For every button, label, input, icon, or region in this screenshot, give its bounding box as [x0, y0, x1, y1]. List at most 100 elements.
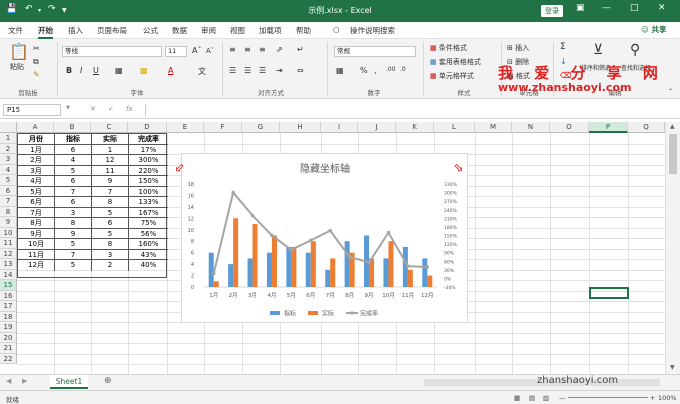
table-cell[interactable]: 300% — [129, 155, 168, 166]
cancel-formula-icon[interactable]: ✕ — [90, 105, 96, 113]
copy-icon[interactable]: ⧉ — [33, 57, 39, 67]
table-header-cell[interactable]: 指标 — [55, 134, 92, 145]
menu-data[interactable]: 数据 — [172, 25, 187, 36]
column-header-n[interactable]: N — [512, 122, 550, 133]
table-cell[interactable]: 6 — [92, 218, 129, 229]
table-cell[interactable]: 40% — [129, 260, 168, 271]
menu-insert[interactable]: 插入 — [68, 25, 83, 36]
share-button[interactable]: ☺ 共享 — [641, 24, 666, 35]
next-sheet-icon[interactable]: ▶ — [22, 377, 27, 385]
table-cell[interactable]: 6 — [55, 176, 92, 187]
table-header-cell[interactable]: 月份 — [18, 134, 55, 145]
zoom-slider[interactable] — [568, 397, 648, 398]
page-break-view-icon[interactable]: ▥ — [543, 394, 549, 402]
scroll-up-icon[interactable]: ▲ — [670, 123, 675, 130]
grow-font-icon[interactable]: Aˆ — [192, 46, 201, 55]
table-cell[interactable]: 220% — [129, 166, 168, 176]
column-header-h[interactable]: H — [280, 122, 321, 133]
name-box[interactable]: P15 — [3, 104, 61, 116]
row-header-22[interactable]: 22 — [0, 353, 17, 364]
column-header-m[interactable]: M — [475, 122, 512, 133]
table-cell[interactable]: 2月 — [18, 155, 55, 166]
row-header-6[interactable]: 6 — [0, 185, 17, 196]
row-header-13[interactable]: 13 — [0, 259, 17, 270]
column-header-d[interactable]: D — [128, 122, 167, 133]
minimize-button[interactable]: — — [602, 3, 611, 13]
column-header-p[interactable]: P — [589, 122, 628, 133]
menu-view[interactable]: 视图 — [230, 25, 245, 36]
table-cell[interactable]: 5 — [92, 228, 129, 239]
row-header-5[interactable]: 5 — [0, 175, 17, 186]
paste-button[interactable]: 粘贴 — [10, 62, 24, 72]
column-header-o[interactable]: O — [550, 122, 589, 133]
number-format-select[interactable]: 常规 — [334, 46, 416, 57]
login-button[interactable]: 登录 — [541, 5, 563, 17]
cut-icon[interactable]: ✂ — [33, 44, 40, 53]
table-cell[interactable]: 9月 — [18, 228, 55, 239]
selected-cell-p15[interactable] — [589, 287, 629, 299]
table-cell[interactable]: 11 — [92, 165, 129, 176]
row-header-17[interactable]: 17 — [0, 301, 17, 312]
increase-decimal-icon[interactable]: .00 — [386, 66, 396, 73]
table-cell[interactable]: 1 — [92, 144, 129, 155]
select-all-corner[interactable] — [0, 122, 17, 133]
italic-icon[interactable]: I — [80, 66, 82, 75]
autosum-icon[interactable]: Σ — [560, 42, 566, 52]
menu-help[interactable]: 帮助 — [296, 25, 311, 36]
underline-icon[interactable]: U — [93, 66, 99, 75]
table-style-button[interactable]: ▦ 套用表格格式 — [430, 57, 481, 67]
column-header-l[interactable]: L — [434, 122, 475, 133]
vertical-scrollbar[interactable]: ▲ ▼ — [665, 122, 680, 374]
table-cell[interactable]: 3 — [55, 207, 92, 218]
paste-icon[interactable]: 📋 — [9, 42, 29, 61]
prev-sheet-icon[interactable]: ◀ — [6, 377, 11, 385]
normal-view-icon[interactable]: ▦ — [514, 394, 520, 402]
font-name-select[interactable]: 等线 — [62, 46, 162, 57]
formula-input[interactable] — [145, 104, 675, 116]
insert-cells-button[interactable]: ⊞ 插入 — [507, 43, 529, 53]
column-header-b[interactable]: B — [54, 122, 91, 133]
table-cell[interactable]: 8 — [55, 218, 92, 229]
table-cell[interactable]: 6月 — [18, 197, 55, 208]
menu-home[interactable]: 开始 — [38, 25, 53, 39]
row-header-1[interactable]: 1 — [0, 133, 17, 144]
menu-addins[interactable]: 加载项 — [259, 25, 282, 36]
table-cell[interactable]: 9 — [55, 228, 92, 239]
row-header-2[interactable]: 2 — [0, 143, 17, 154]
column-header-c[interactable]: C — [91, 122, 128, 133]
zoom-in-icon[interactable]: + — [650, 394, 655, 402]
name-box-dropdown-icon[interactable]: ▼ — [66, 105, 70, 111]
scroll-thumb[interactable] — [669, 134, 677, 174]
table-cell[interactable]: 3月 — [18, 165, 55, 176]
row-header-11[interactable]: 11 — [0, 238, 17, 249]
conditional-format-button[interactable]: ▦ 条件格式 — [430, 43, 467, 53]
table-cell[interactable]: 4月 — [18, 176, 55, 187]
border-icon[interactable]: ▦ — [115, 66, 123, 75]
menu-page-layout[interactable]: 页面布局 — [97, 25, 127, 36]
table-cell[interactable]: 9 — [92, 176, 129, 187]
cell-style-button[interactable]: ▦ 单元格样式 — [430, 71, 474, 81]
percent-icon[interactable]: % — [360, 66, 368, 75]
page-layout-view-icon[interactable]: ▤ — [529, 394, 535, 402]
align-middle-icon[interactable]: ≡ — [244, 45, 251, 54]
column-header-j[interactable]: J — [358, 122, 396, 133]
row-header-21[interactable]: 21 — [0, 343, 17, 354]
shrink-font-icon[interactable]: Aˇ — [206, 47, 214, 55]
ribbon-display-icon[interactable]: ▣ — [576, 3, 585, 13]
table-cell[interactable]: 100% — [129, 187, 168, 197]
phonetic-icon[interactable]: 文 — [198, 66, 206, 77]
table-cell[interactable]: 5 — [55, 165, 92, 176]
column-header-i[interactable]: I — [321, 122, 358, 133]
table-header-cell[interactable]: 完成率 — [129, 134, 168, 145]
column-header-g[interactable]: G — [242, 122, 280, 133]
table-cell[interactable]: 3 — [92, 249, 129, 260]
table-cell[interactable]: 2 — [92, 260, 129, 271]
table-cell[interactable]: 8月 — [18, 218, 55, 229]
fill-color-icon[interactable]: ▩ — [140, 66, 148, 75]
row-header-16[interactable]: 16 — [0, 290, 17, 301]
table-cell[interactable]: 75% — [129, 218, 168, 229]
tell-me-search[interactable]: 操作说明搜索 — [350, 25, 395, 36]
table-cell[interactable]: 5月 — [18, 186, 55, 197]
zoom-out-icon[interactable]: — — [559, 394, 566, 402]
row-header-4[interactable]: 4 — [0, 164, 17, 175]
